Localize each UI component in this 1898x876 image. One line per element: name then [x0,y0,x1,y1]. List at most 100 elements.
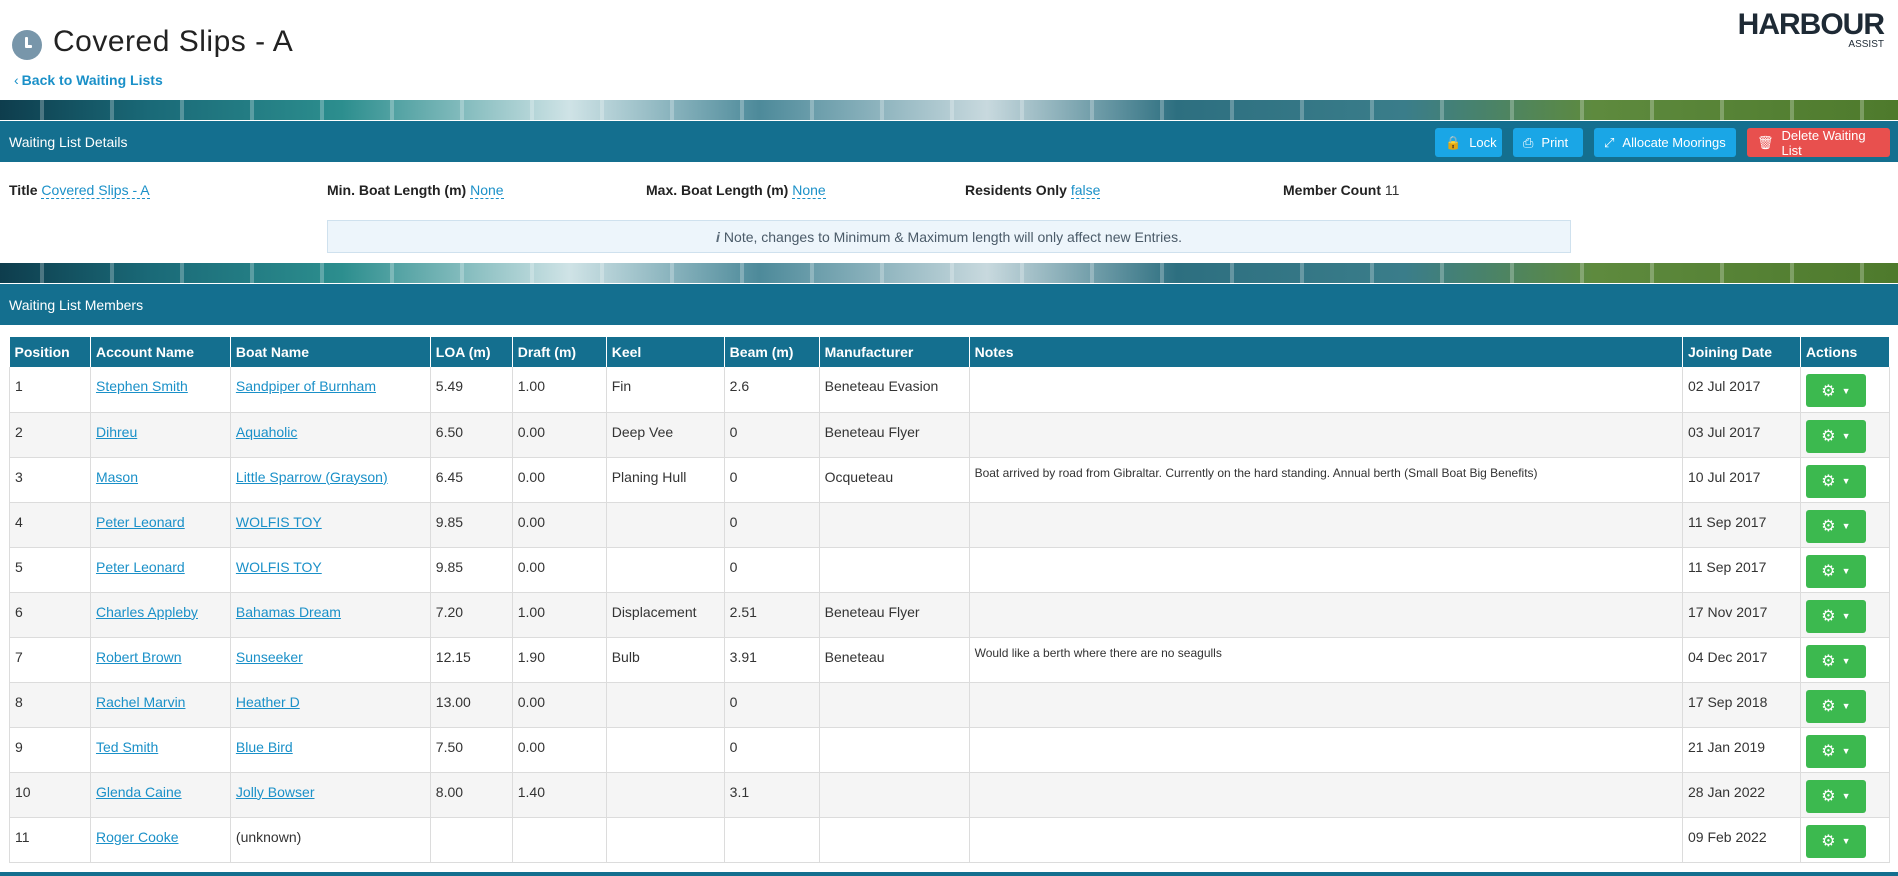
account-name-link[interactable]: Stephen Smith [96,378,188,394]
beam-text: 0 [729,513,738,530]
page-title: Covered Slips - A [53,25,294,58]
boat-name-link[interactable]: Jolly Bowser [236,784,315,800]
row-actions-dropdown-button[interactable]: ⚙ ▼ [1805,419,1866,453]
account-name-link[interactable]: Mason [96,469,138,485]
position-text: 11 [15,828,30,845]
boat-name-link[interactable]: WOLFIS TOY [236,514,322,530]
back-link-label: Back to Waiting Lists [21,72,163,88]
loa-cell: 6.45 [430,457,513,503]
column-header-loa[interactable]: LOA (m) [430,337,513,367]
position-text: 6 [15,603,23,620]
logo-sub-text: ASSIST [1848,39,1884,50]
column-header-notes[interactable]: Notes [969,337,1684,367]
manufacturer-cell: Ocqueteau [819,457,970,503]
position-cell: 7 [9,637,91,683]
joining-date-cell: 03 Jul 2017 [1682,412,1801,458]
boat-name-link[interactable]: Heather D [236,694,300,710]
row-actions-dropdown-button[interactable]: ⚙ ▼ [1805,599,1866,633]
account-name-link[interactable]: Glenda Caine [96,784,182,800]
position-cell: 10 [9,772,91,818]
lock-button[interactable]: 🔒 Lock [1435,128,1502,157]
draft-cell: 1.90 [512,637,607,683]
trash-icon: 🗑 [1757,134,1774,150]
min-length-editable-value[interactable]: None [470,182,504,199]
gear-icon: ⚙ [1821,653,1836,670]
column-header-position[interactable]: Position [9,337,91,367]
boat-name-link[interactable]: Aquaholic [236,424,298,440]
account-name-link[interactable]: Peter Leonard [96,559,185,575]
boat-name-link[interactable]: WOLFIS TOY [236,559,322,575]
boat-name-link[interactable]: Bahamas Dream [236,604,341,620]
column-header-manufacturer[interactable]: Manufacturer [819,337,970,367]
draft-text: 0.00 [517,558,545,575]
column-header-beam[interactable]: Beam (m) [724,337,820,367]
draft-text: 0.00 [517,693,545,710]
joining-date-cell: 04 Dec 2017 [1682,637,1801,683]
back-to-waiting-lists-link[interactable]: ‹ Back to Waiting Lists [14,72,163,88]
delete-waiting-list-button[interactable]: 🗑 Delete Waiting List [1747,127,1890,158]
boat-name-cell: Little Sparrow (Grayson) [230,457,431,503]
row-actions-dropdown-button[interactable]: ⚙ ▼ [1805,734,1866,768]
joining-date-text: 11 Sep 2017 [1688,513,1767,530]
allocate-moorings-button[interactable]: ⤢ Allocate Moorings [1594,128,1736,157]
position-text: 9 [15,738,23,755]
row-actions-dropdown-button[interactable]: ⚙ ▼ [1805,509,1866,543]
boat-name-cell: Sandpiper of Burnham [230,367,431,413]
title-editable-value[interactable]: Covered Slips - A [41,182,150,199]
residents-only-editable-value[interactable]: false [1070,182,1101,199]
account-name-link[interactable]: Robert Brown [96,649,182,665]
row-actions-dropdown-button[interactable]: ⚙ ▼ [1805,374,1866,407]
position-text: 2 [15,423,23,440]
column-header-joining-date[interactable]: Joining Date [1682,337,1801,367]
keel-text: Fin [611,378,632,394]
section-title: Waiting List Members [9,297,144,313]
boat-name-link[interactable]: Sunseeker [236,649,303,665]
row-actions-dropdown-button[interactable]: ⚙ ▼ [1805,824,1866,858]
draft-text: 0.00 [517,513,545,530]
gear-icon: ⚙ [1821,788,1836,805]
boat-name-link[interactable]: Blue Bird [236,739,293,755]
max-length-editable-value[interactable]: None [792,182,826,199]
account-name-link[interactable]: Charles Appleby [96,604,198,620]
page-header: Covered Slips - A ‹ Back to Waiting Lists… [0,0,1898,100]
print-icon: ⎙ [1523,134,1534,150]
boat-name-cell: Blue Bird [230,727,431,773]
keel-cell [606,682,725,728]
row-actions-dropdown-button[interactable]: ⚙ ▼ [1805,464,1866,498]
beam-text: 2.6 [729,378,750,394]
manufacturer-text: Beneteau Flyer [824,603,920,620]
delete-button-label: Delete Waiting List [1781,127,1866,158]
account-name-link[interactable]: Dihreu [96,424,137,440]
harbour-assist-logo[interactable]: HARBOUR ASSIST [1738,10,1885,50]
account-name-link[interactable]: Rachel Marvin [96,694,185,710]
boat-name-link[interactable]: Little Sparrow (Grayson) [236,469,388,485]
column-header-draft[interactable]: Draft (m) [512,337,607,367]
account-name-link[interactable]: Roger Cooke [96,829,179,845]
row-actions-dropdown-button[interactable]: ⚙ ▼ [1805,554,1866,588]
boat-name-link[interactable]: Sandpiper of Burnham [236,378,376,394]
actions-cell: ⚙ ▼ [1800,682,1891,728]
manufacturer-cell [819,772,970,818]
keel-cell [606,727,725,773]
gear-icon: ⚙ [1821,518,1836,535]
gear-icon: ⚙ [1821,698,1836,715]
row-actions-dropdown-button[interactable]: ⚙ ▼ [1805,689,1866,723]
column-header-boat[interactable]: Boat Name [230,337,431,367]
column-header-account[interactable]: Account Name [90,337,231,367]
table-row: 5 Peter Leonard WOLFIS TOY 9.85 0.00 0 11 Sep … [9,547,1891,593]
caret-down-icon: ▼ [1841,746,1851,756]
joining-date-cell: 02 Jul 2017 [1682,367,1801,413]
account-name-link[interactable]: Peter Leonard [96,514,185,530]
notes-cell [969,727,1684,773]
account-name-cell: Peter Leonard [90,547,231,593]
table-header-row: Position Account Name Boat Name LOA (m) … [9,337,1891,367]
members-table: Position Account Name Boat Name LOA (m) … [9,337,1891,863]
account-name-link[interactable]: Ted Smith [96,739,158,755]
print-button[interactable]: ⎙ Print [1513,128,1583,157]
column-header-keel[interactable]: Keel [606,337,725,367]
keel-cell: Deep Vee [606,412,725,458]
row-actions-dropdown-button[interactable]: ⚙ ▼ [1805,779,1866,813]
draft-text: 0.00 [517,423,545,440]
row-actions-dropdown-button[interactable]: ⚙ ▼ [1805,644,1866,678]
position-cell: 1 [9,367,91,413]
